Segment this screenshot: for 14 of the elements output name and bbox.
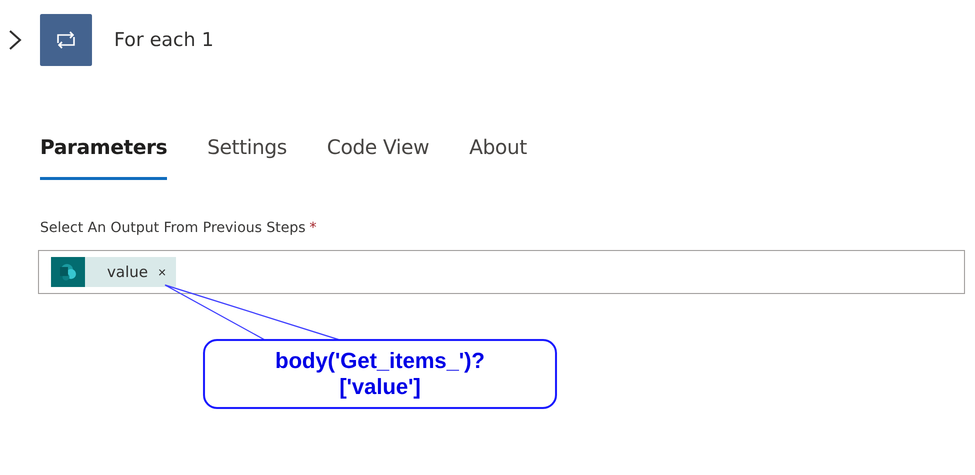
tab[interactable]: About (469, 135, 527, 180)
tab[interactable]: Parameters (40, 135, 168, 180)
sharepoint-icon (51, 257, 85, 287)
value-token[interactable]: value × (51, 257, 176, 287)
callout-text: body('Get_items_')? (275, 348, 485, 374)
remove-button[interactable]: × (148, 264, 166, 280)
tab[interactable]: Code View (326, 135, 430, 180)
callout-text: ['value'] (339, 374, 421, 400)
tab[interactable]: Settings (207, 135, 287, 180)
input-field[interactable]: value × (38, 250, 965, 294)
required-mark: * (310, 220, 317, 236)
field-label: Select An Output From Previous Steps (40, 220, 306, 236)
loop-icon (40, 14, 92, 66)
action-title: For each 1 (114, 29, 214, 51)
